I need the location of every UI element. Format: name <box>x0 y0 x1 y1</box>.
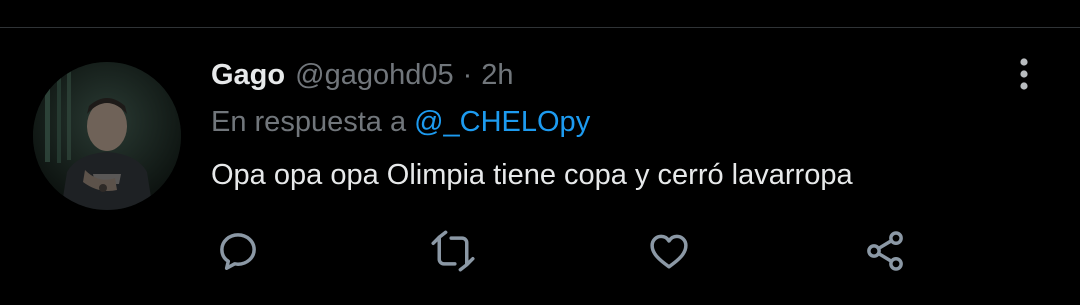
reply-prefix: En respuesta a <box>211 106 407 138</box>
more-options-button[interactable] <box>1006 54 1042 94</box>
share-icon <box>867 231 903 271</box>
tweet-text: Opa opa opa Olimpia tiene copa y cerró l… <box>211 159 853 191</box>
tweet-header: Gago @gagohd05 · 2h <box>211 57 514 93</box>
separator-dot: · <box>462 58 473 91</box>
like-button[interactable] <box>645 228 693 274</box>
tweet[interactable]: Gago @gagohd05 · 2h En respuesta a @_CHEL… <box>0 28 1080 305</box>
retweet-button[interactable] <box>429 228 477 274</box>
share-button[interactable] <box>861 228 909 274</box>
avatar-photo <box>33 62 181 210</box>
more-vertical-icon <box>1020 58 1028 90</box>
reply-context: En respuesta a @_CHELOpy <box>211 106 590 139</box>
user-handle[interactable]: @gagohd05 <box>295 59 453 92</box>
reply-mention-link[interactable]: @_CHELOpy <box>414 106 590 138</box>
reply-icon <box>220 233 256 270</box>
retweet-icon <box>431 230 475 272</box>
reply-button[interactable] <box>214 228 262 274</box>
avatar[interactable] <box>33 62 181 210</box>
timestamp[interactable]: 2h <box>481 59 513 92</box>
heart-icon <box>650 234 688 269</box>
display-name[interactable]: Gago <box>211 59 285 92</box>
